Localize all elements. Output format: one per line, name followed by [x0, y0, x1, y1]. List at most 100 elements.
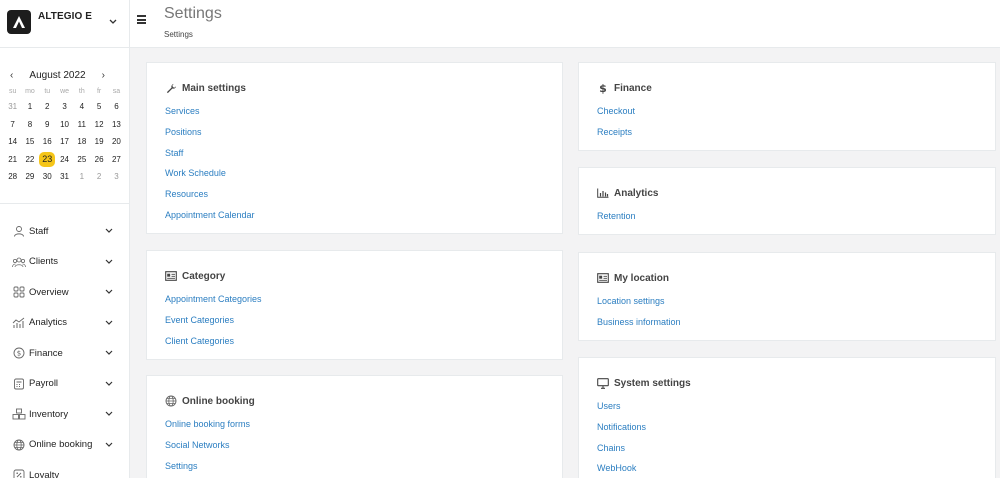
svg-text:$: $	[599, 82, 607, 94]
id-card-icon	[165, 270, 177, 282]
calendar-day[interactable]: 8	[21, 116, 38, 134]
settings-link-online-booking-forms[interactable]: Online booking forms	[165, 419, 250, 429]
calendar-day[interactable]: 3	[56, 98, 73, 116]
calendar-day[interactable]: 10	[56, 116, 73, 134]
settings-link-retention[interactable]: Retention	[597, 211, 636, 221]
brand-switcher[interactable]: ALTEGIO E	[0, 0, 129, 48]
chevron-down-icon[interactable]	[105, 411, 113, 417]
calendar-day-selected[interactable]: 23	[39, 151, 56, 169]
settings-link-checkout[interactable]: Checkout	[597, 106, 635, 116]
settings-link-chains[interactable]: Chains	[597, 443, 625, 453]
calendar-day[interactable]: 3	[108, 168, 125, 186]
breadcrumb: Settings	[164, 30, 193, 39]
calendar-day[interactable]: 9	[39, 116, 56, 134]
calendar-day[interactable]: 31	[4, 98, 21, 116]
card-title: Category	[165, 270, 225, 282]
card-title-text: System settings	[614, 377, 691, 389]
card-title: My location	[597, 272, 669, 284]
settings-link-settings[interactable]: Settings	[165, 461, 198, 471]
sidebar-item-label: Finance	[29, 347, 63, 359]
calendar-day[interactable]: 31	[56, 168, 73, 186]
calendar-weekday: th	[78, 88, 85, 95]
settings-link-work-schedule[interactable]: Work Schedule	[165, 168, 226, 178]
calendar-weekday: fr	[96, 88, 102, 95]
settings-link-social-networks[interactable]: Social Networks	[165, 440, 230, 450]
chevron-down-icon[interactable]	[105, 381, 113, 387]
settings-link-business-information[interactable]: Business information	[597, 317, 681, 327]
calendar-day[interactable]: 25	[73, 151, 90, 169]
sidebar-item-analytics[interactable]: Analytics	[0, 308, 129, 339]
settings-link-webhook[interactable]: WebHook	[597, 463, 636, 473]
calendar-day[interactable]: 2	[39, 98, 56, 116]
settings-link-appointment-calendar[interactable]: Appointment Calendar	[165, 210, 255, 220]
calendar-day[interactable]: 5	[90, 98, 107, 116]
settings-link-event-categories[interactable]: Event Categories	[165, 315, 234, 325]
calendar-weekday: su	[8, 88, 17, 95]
chevron-down-icon[interactable]	[105, 289, 113, 295]
sidebar-item-inventory[interactable]: Inventory	[0, 399, 129, 430]
chevron-down-icon[interactable]	[105, 442, 113, 448]
calendar-day[interactable]: 17	[56, 133, 73, 151]
chevron-down-icon[interactable]	[105, 259, 113, 265]
settings-link-notifications[interactable]: Notifications	[597, 422, 646, 432]
calendar-day[interactable]: 7	[4, 116, 21, 134]
calendar-day[interactable]: 14	[4, 133, 21, 151]
calendar-day[interactable]: 16	[39, 133, 56, 151]
calendar-day[interactable]: 4	[73, 98, 90, 116]
sidebar-item-clients[interactable]: Clients	[0, 247, 129, 278]
calendar-day[interactable]: 2	[90, 168, 107, 186]
chevron-down-icon[interactable]	[105, 320, 113, 326]
calendar-day[interactable]: 1	[73, 168, 90, 186]
sidebar-item-overview[interactable]: Overview	[0, 277, 129, 308]
sidebar-item-label: Online booking	[29, 439, 93, 451]
settings-link-resources[interactable]: Resources	[165, 189, 208, 199]
calendar-day[interactable]: 27	[108, 151, 125, 169]
sidebar-item-staff[interactable]: Staff	[0, 216, 129, 247]
calendar-prev-button[interactable]: ‹	[10, 70, 13, 81]
chevron-down-icon[interactable]	[105, 228, 113, 234]
calendar-day[interactable]: 20	[108, 133, 125, 151]
top-header: Settings Settings	[130, 0, 1000, 48]
card-title-text: My location	[614, 272, 670, 284]
calendar-day[interactable]: 30	[39, 168, 56, 186]
calendar-day[interactable]: 28	[4, 168, 21, 186]
calendar-day[interactable]: 26	[90, 151, 107, 169]
card-finance: $ Finance Checkout Receipts	[578, 62, 996, 151]
calendar-day[interactable]: 22	[21, 151, 38, 169]
sidebar-item-loyalty[interactable]: Loyalty	[0, 460, 129, 478]
calendar-day[interactable]: 12	[90, 116, 107, 134]
wrench-icon	[165, 82, 177, 94]
globe-icon	[165, 395, 177, 407]
calendar-day[interactable]: 11	[73, 116, 90, 134]
chevron-down-icon[interactable]	[109, 12, 117, 30]
calendar-day[interactable]: 6	[108, 98, 125, 116]
settings-link-positions[interactable]: Positions	[165, 127, 202, 137]
hamburger-menu-icon[interactable]	[137, 15, 146, 25]
settings-link-staff[interactable]: Staff	[165, 148, 183, 158]
settings-link-receipts[interactable]: Receipts	[597, 127, 632, 137]
person-icon	[12, 224, 26, 238]
settings-link-users[interactable]: Users	[597, 401, 621, 411]
calendar-day[interactable]: 13	[108, 116, 125, 134]
mini-calendar: ‹ August 2022 › su mo tu we th fr sa 31 1 2 3 4 5 6 7 8…	[0, 48, 129, 204]
altegio-logo	[7, 10, 31, 34]
sidebar-item-payroll[interactable]: Payroll	[0, 369, 129, 400]
chevron-down-icon[interactable]	[105, 350, 113, 356]
settings-link-services[interactable]: Services	[165, 106, 200, 116]
calendar-day[interactable]: 15	[21, 133, 38, 151]
calendar-day[interactable]: 29	[21, 168, 38, 186]
settings-link-client-categories[interactable]: Client Categories	[165, 336, 234, 346]
brand-name: ALTEGIO E	[38, 11, 93, 22]
calendar-day[interactable]: 18	[73, 133, 90, 151]
sidebar-item-online-booking[interactable]: Online booking	[0, 430, 129, 461]
svg-text:$: $	[17, 350, 21, 358]
calendar-day[interactable]: 1	[21, 98, 38, 116]
calendar-day[interactable]: 24	[56, 151, 73, 169]
calendar-day[interactable]: 21	[4, 151, 21, 169]
sidebar-item-finance[interactable]: $ Finance	[0, 338, 129, 369]
calendar-next-button[interactable]: ›	[102, 70, 105, 81]
settings-link-location-settings[interactable]: Location settings	[597, 296, 665, 306]
settings-link-appointment-categories[interactable]: Appointment Categories	[165, 294, 262, 304]
card-title-text: Analytics	[614, 187, 659, 199]
calendar-day[interactable]: 19	[90, 133, 107, 151]
